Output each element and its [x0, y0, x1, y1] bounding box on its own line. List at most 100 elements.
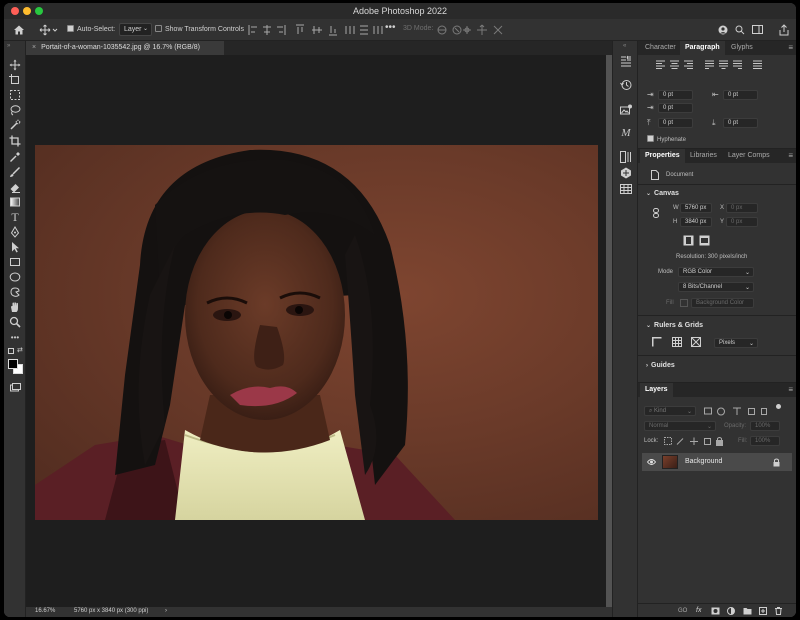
move-tool-icon[interactable]: [9, 59, 21, 71]
tab-character[interactable]: Character: [645, 44, 676, 51]
search-icon[interactable]: [735, 25, 745, 35]
ellipse-tool-icon[interactable]: [9, 271, 21, 283]
gradient-tool-icon[interactable]: [9, 196, 21, 208]
link-icon[interactable]: [653, 208, 659, 218]
document-tab[interactable]: × Portait-of-a-woman-1035542.jpg @ 16.7% …: [26, 41, 224, 55]
tab-properties[interactable]: Properties: [640, 149, 685, 163]
tab-paragraph[interactable]: Paragraph: [680, 41, 725, 55]
more-options-button[interactable]: •••: [385, 22, 396, 33]
auto-select-target-dropdown[interactable]: Layer ⌄: [119, 23, 152, 36]
hyphenate-option[interactable]: Hyphenate: [647, 135, 686, 143]
more-tools-icon[interactable]: •••: [9, 332, 21, 344]
custom-shape-tool-icon[interactable]: [9, 286, 21, 298]
status-menu-arrow[interactable]: ›: [165, 608, 167, 614]
indent-right-input[interactable]: 0 pt: [723, 90, 758, 100]
type-tool-icon[interactable]: T: [9, 211, 21, 223]
crop-tool-icon[interactable]: [9, 135, 21, 147]
fill-input[interactable]: 100%: [750, 436, 780, 446]
styles-icon[interactable]: [620, 167, 632, 179]
document-image[interactable]: [35, 145, 598, 520]
fx-button[interactable]: fx: [696, 607, 701, 614]
brush-tool-icon[interactable]: [9, 166, 21, 178]
user-profile-icon[interactable]: [718, 25, 728, 35]
adjustment-layer-icon[interactable]: [727, 607, 735, 615]
path-select-tool-icon[interactable]: [9, 241, 21, 253]
grid-icon[interactable]: [672, 337, 682, 347]
tab-libraries[interactable]: Libraries: [690, 152, 717, 159]
guides-icon[interactable]: [691, 337, 701, 347]
auto-select-checkbox[interactable]: [67, 25, 74, 32]
opacity-input[interactable]: 100%: [750, 421, 780, 431]
eyedropper-tool-icon[interactable]: [9, 151, 21, 163]
swap-colors-icon[interactable]: ⇄: [17, 346, 23, 354]
landscape-orientation-icon[interactable]: [699, 235, 710, 246]
canvas-y-input[interactable]: 0 px: [726, 217, 758, 227]
space-before-input[interactable]: 0 pt: [658, 118, 693, 128]
home-icon[interactable]: [13, 24, 25, 36]
blend-mode-dropdown[interactable]: Normal ⌄: [644, 421, 716, 431]
trash-icon[interactable]: [775, 607, 782, 615]
auto-select-option[interactable]: Auto-Select:: [67, 25, 115, 33]
panel-menu-icon[interactable]: ≡: [788, 43, 793, 52]
rectangle-tool-icon[interactable]: [9, 256, 21, 268]
move-tool-preset-icon[interactable]: [39, 24, 59, 36]
eraser-tool-icon[interactable]: [9, 181, 21, 193]
layer-filter-icons[interactable]: [704, 407, 774, 416]
rulers-icon[interactable]: [652, 337, 662, 347]
canvas-x-input[interactable]: 0 px: [726, 203, 758, 213]
3d-mode-icons[interactable]: [436, 24, 506, 36]
tab-layer-comps[interactable]: Layer Comps: [728, 152, 770, 159]
add-mask-icon[interactable]: [711, 607, 720, 615]
history-icon[interactable]: [620, 79, 632, 91]
artboard-tool-icon[interactable]: [9, 74, 21, 86]
filter-toggle[interactable]: [776, 404, 781, 409]
show-transform-option[interactable]: Show Transform Controls: [155, 25, 244, 33]
color-mode-dropdown[interactable]: RGB Color ⌄: [678, 267, 754, 277]
layer-filter-kind-dropdown[interactable]: ⌕ Kind ⌄: [644, 406, 696, 416]
hand-tool-icon[interactable]: [9, 301, 21, 313]
canvas-section-header[interactable]: ⌄ Canvas: [646, 190, 679, 197]
units-dropdown[interactable]: Pixels ⌄: [714, 338, 758, 348]
screen-mode-icon[interactable]: [9, 382, 21, 394]
strip-grip[interactable]: «: [623, 43, 626, 49]
portrait-orientation-icon[interactable]: [683, 235, 694, 246]
panel-menu-icon[interactable]: ≡: [788, 385, 793, 394]
first-line-indent-input[interactable]: 0 pt: [658, 103, 693, 113]
brush-settings-icon[interactable]: [620, 151, 632, 163]
script-m-icon[interactable]: M: [620, 127, 632, 139]
new-group-icon[interactable]: [743, 607, 752, 615]
quick-select-tool-icon[interactable]: [9, 119, 21, 131]
eye-icon[interactable]: [647, 458, 656, 466]
grid-table-icon[interactable]: [620, 183, 632, 195]
align-distribute-icons[interactable]: [248, 24, 383, 36]
hyphenate-checkbox[interactable]: [647, 135, 654, 142]
paragraph-panel-icon[interactable]: [620, 55, 632, 67]
canvas-width-input[interactable]: 5760 px: [680, 203, 712, 213]
fill-dropdown[interactable]: Background Color: [691, 298, 754, 308]
lasso-tool-icon[interactable]: [9, 104, 21, 116]
canvas-area[interactable]: [26, 55, 606, 607]
space-after-input[interactable]: 0 pt: [723, 118, 758, 128]
guides-section-header[interactable]: › Guides: [646, 362, 675, 369]
panel-menu-icon[interactable]: ≡: [788, 151, 793, 160]
workspace-icon[interactable]: [752, 25, 764, 35]
new-layer-icon[interactable]: [759, 607, 767, 615]
marquee-tool-icon[interactable]: [9, 89, 21, 101]
share-icon[interactable]: [779, 24, 789, 36]
show-transform-checkbox[interactable]: [155, 25, 162, 32]
tab-glyphs[interactable]: Glyphs: [731, 44, 753, 51]
close-tab-icon[interactable]: ×: [32, 44, 36, 51]
paragraph-align-icons[interactable]: [656, 60, 766, 70]
zoom-level[interactable]: 16.67%: [35, 608, 55, 614]
layer-row-background[interactable]: Background: [642, 453, 792, 471]
lock-options-icons[interactable]: [664, 437, 726, 446]
foreground-color-swatch[interactable]: [8, 359, 18, 369]
zoom-tool-icon[interactable]: [9, 316, 21, 328]
image-adjust-icon[interactable]: [620, 104, 632, 116]
rulers-grids-section-header[interactable]: ⌄ Rulers & Grids: [646, 322, 703, 329]
indent-left-input[interactable]: 0 pt: [658, 90, 693, 100]
tab-layers[interactable]: Layers: [640, 383, 673, 397]
default-colors-icon[interactable]: [8, 348, 14, 354]
bit-depth-dropdown[interactable]: 8 Bits/Channel ⌄: [678, 282, 754, 292]
toolbar-grip[interactable]: »: [7, 43, 10, 49]
